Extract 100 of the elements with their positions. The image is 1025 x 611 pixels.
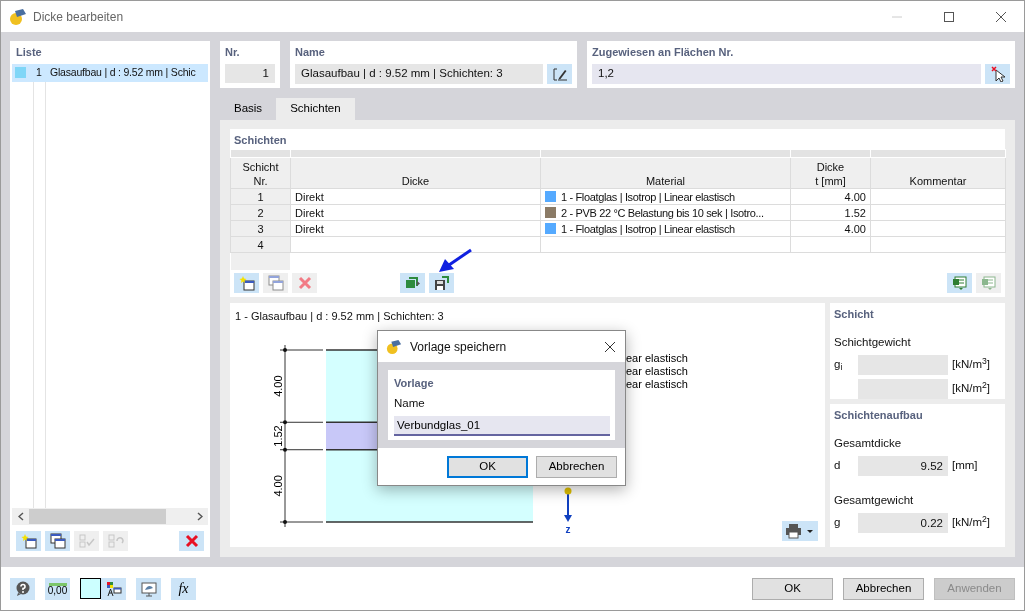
app-icon <box>386 338 402 355</box>
column-header: Schicht Nr. <box>230 157 291 189</box>
value-field[interactable] <box>858 354 948 375</box>
group-label: Schichtgewicht <box>834 334 912 350</box>
dialog-button[interactable]: OK <box>447 455 528 478</box>
dimension-label: 4.00 <box>272 475 284 497</box>
dialog-button[interactable]: Abbrechen <box>843 577 924 600</box>
annotation-arrow <box>437 248 473 274</box>
symbol-label: g <box>834 515 842 531</box>
surfaces-field[interactable]: 1,2 <box>592 63 981 84</box>
symbol-label: d <box>834 458 842 474</box>
text-color-icon <box>105 580 122 597</box>
value-field[interactable] <box>858 378 948 399</box>
section-title: Schicht <box>834 307 875 322</box>
section-title: Schichten <box>233 133 288 148</box>
printer-icon <box>785 523 815 539</box>
formula-button[interactable]: fx <box>171 577 196 600</box>
tab[interactable]: Basis <box>220 98 277 120</box>
section-title: Schichtenaufbau <box>834 408 924 423</box>
checkbox-icon <box>78 533 95 549</box>
value-field[interactable]: 0.22 <box>858 513 948 533</box>
dialog-button[interactable]: OK <box>752 577 833 600</box>
copy-icon <box>267 275 284 291</box>
close-icon <box>604 340 616 353</box>
column-header: Dicke <box>290 157 541 189</box>
panel-title: Liste <box>15 45 43 60</box>
name-field[interactable]: Glasaufbau | d : 9.52 mm | Schichten: 3 <box>295 63 543 84</box>
view-button[interactable] <box>136 577 161 600</box>
symbol-label: g$_{i}$ <box>834 357 844 374</box>
value-field[interactable]: 9.52 <box>858 455 948 476</box>
scrollbar[interactable] <box>12 508 208 525</box>
column-header: Dicke t [mm] <box>790 157 871 189</box>
color-swatch[interactable] <box>80 578 101 599</box>
table-cell[interactable]: 1 - Floatglas | Isotrop | Linear elastisch <box>540 220 791 237</box>
export-button[interactable] <box>947 273 972 293</box>
field-label: Name <box>295 45 326 60</box>
legend-text: ear elastisch <box>626 365 688 377</box>
unit-label: [kN/m$^{3}$] <box>952 356 991 373</box>
edit-icon <box>551 65 568 82</box>
chevron-left-icon[interactable] <box>17 512 24 521</box>
save-template-button[interactable] <box>429 273 454 293</box>
group-title: Vorlage <box>394 376 435 391</box>
close-icon <box>183 533 200 549</box>
dimension-label: 4.00 <box>272 375 284 397</box>
import-icon <box>404 275 421 291</box>
help-icon <box>14 580 31 597</box>
chevron-right-icon[interactable] <box>196 512 203 521</box>
new-button[interactable] <box>234 273 259 293</box>
copy-icon <box>49 533 66 549</box>
column-header: Material <box>540 157 791 189</box>
monitor-icon <box>140 580 157 597</box>
table-cell[interactable]: 4.00 <box>790 220 871 237</box>
field-label: Zugewiesen an Flächen Nr. <box>592 45 735 60</box>
edit-button[interactable] <box>547 63 572 84</box>
units-button[interactable]: 0,00 <box>45 577 70 600</box>
table-cell[interactable]: Direkt <box>290 188 541 205</box>
dimension-label: 1.52 <box>272 425 284 447</box>
copy-button[interactable] <box>45 531 70 551</box>
number-field[interactable]: 1 <box>225 63 275 83</box>
checkbox-icon <box>107 533 124 549</box>
table-cell[interactable]: 4.00 <box>790 188 871 205</box>
new-icon <box>20 533 37 549</box>
spreadsheet-icon <box>951 275 968 291</box>
close-icon <box>296 275 313 291</box>
dialog-title: Vorlage speichern <box>410 338 507 356</box>
tab[interactable]: Schichten <box>276 98 355 120</box>
table-cell[interactable]: 1.52 <box>790 204 871 221</box>
help-button[interactable] <box>10 577 35 600</box>
table-cell[interactable]: Direkt <box>290 220 541 237</box>
legend-text: ear elastisch <box>626 352 688 364</box>
close-icon <box>995 10 1007 23</box>
axis-arrow <box>564 487 572 522</box>
axis-label: z <box>565 524 571 535</box>
print-button[interactable] <box>782 521 818 541</box>
group-label: Gesamtdicke <box>834 435 903 451</box>
table-cell[interactable]: 1 - Floatglas | Isotrop | Linear elastisch <box>540 188 791 205</box>
window-title: Dicke bearbeiten <box>33 8 124 26</box>
text-color-button[interactable] <box>101 577 126 600</box>
dialog-button[interactable]: Abbrechen <box>536 455 617 478</box>
maximize-icon <box>943 10 955 23</box>
new-button[interactable] <box>16 531 41 551</box>
preview-title: 1 - Glasaufbau | d : 9.52 mm | Schichten: 3 <box>235 310 444 322</box>
table-cell[interactable]: Direkt <box>290 204 541 221</box>
group-label: Gesamtgewicht <box>834 492 915 508</box>
spreadsheet-icon <box>980 275 997 291</box>
legend-text: ear elastisch <box>626 378 688 390</box>
delete-button[interactable] <box>179 531 204 551</box>
unit-label: [kN/m$^{2}$] <box>952 514 991 531</box>
name-input[interactable]: Verbundglas_01 <box>394 415 610 436</box>
table-cell[interactable]: 2 - PVB 22 °C Belastung bis 10 sek | Isotro... <box>540 204 791 221</box>
cursor-icon <box>989 65 1006 82</box>
unit-label: [mm] <box>952 458 978 474</box>
field-label: Name <box>394 395 426 411</box>
app-icon <box>9 7 27 26</box>
column-header: Kommentar <box>870 157 1006 189</box>
save-icon <box>433 275 450 291</box>
list-item[interactable]: 1 Glasaufbau | d : 9.52 mm | Schic <box>12 63 208 82</box>
unit-label: [kN/m$^{2}$] <box>952 380 991 397</box>
pick-button[interactable] <box>985 63 1010 84</box>
new-icon <box>238 275 255 291</box>
